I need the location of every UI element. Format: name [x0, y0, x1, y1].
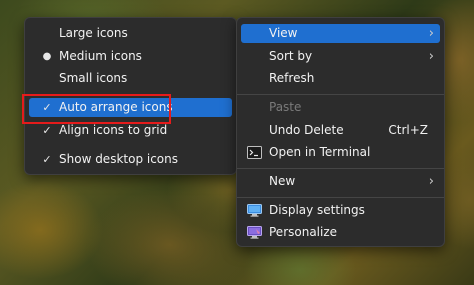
menu-item-label: Display settings	[269, 203, 365, 217]
desktop-context-menu: View › Sort by › Refresh Paste Undo Dele…	[236, 17, 445, 247]
keyboard-shortcut: Ctrl+Z	[388, 123, 428, 137]
menu-separator	[237, 168, 444, 169]
menu-item-open-in-terminal[interactable]: Open in Terminal	[241, 143, 440, 162]
menu-item-medium-icons[interactable]: ● Medium icons	[29, 47, 232, 66]
menu-item-display-settings[interactable]: Display settings	[241, 201, 440, 220]
menu-item-view[interactable]: View ›	[241, 24, 440, 43]
radio-dot-icon: ●	[42, 51, 52, 62]
personalize-icon	[247, 226, 262, 239]
menu-item-personalize[interactable]: Personalize	[241, 223, 440, 242]
menu-item-new[interactable]: New ›	[241, 172, 440, 191]
menu-item-label: Refresh	[269, 71, 315, 85]
display-icon	[247, 204, 262, 217]
menu-item-label: View	[269, 26, 298, 40]
menu-item-label: Sort by	[269, 49, 313, 63]
chevron-right-icon: ›	[428, 26, 434, 41]
menu-item-label: Personalize	[269, 225, 338, 239]
menu-item-undo-delete[interactable]: Undo Delete Ctrl+Z	[241, 121, 440, 140]
menu-item-large-icons[interactable]: Large icons	[29, 24, 232, 43]
checkmark-icon: ✓	[42, 153, 52, 166]
menu-item-label: Medium icons	[59, 49, 142, 63]
menu-item-show-desktop-icons[interactable]: ✓ Show desktop icons	[29, 150, 232, 169]
chevron-right-icon: ›	[428, 49, 434, 64]
menu-separator	[237, 197, 444, 198]
menu-item-label: Paste	[269, 100, 302, 114]
menu-item-sort-by[interactable]: Sort by ›	[241, 47, 440, 66]
menu-item-small-icons[interactable]: Small icons	[29, 69, 232, 88]
chevron-right-icon: ›	[428, 174, 434, 189]
menu-item-label: Show desktop icons	[59, 152, 179, 166]
menu-item-label: Open in Terminal	[269, 145, 371, 159]
terminal-icon	[247, 146, 262, 159]
menu-item-paste[interactable]: Paste	[241, 98, 440, 117]
menu-item-refresh[interactable]: Refresh	[241, 69, 440, 88]
annotation-highlight-box	[22, 94, 171, 124]
menu-separator	[237, 94, 444, 95]
menu-item-label: Large icons	[59, 26, 128, 40]
menu-item-label: Undo Delete	[269, 123, 344, 137]
menu-item-label: New	[269, 174, 296, 188]
menu-item-label: Small icons	[59, 71, 128, 85]
